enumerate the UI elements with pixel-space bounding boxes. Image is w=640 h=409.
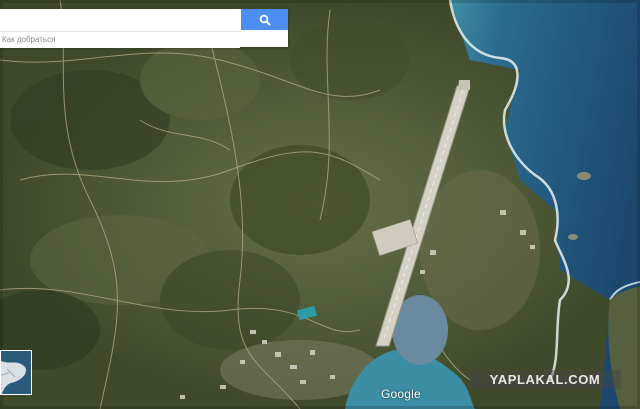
search-box: Как добраться (0, 9, 288, 48)
search-icon (259, 14, 271, 26)
satellite-map[interactable] (0, 0, 640, 409)
watermark: YAPLAKAL.COM (469, 370, 621, 389)
islet (577, 172, 591, 180)
map-thumbnail-image (1, 351, 31, 394)
map-view-thumbnail[interactable] (0, 350, 32, 395)
islet-2 (568, 234, 578, 240)
search-input[interactable] (0, 9, 240, 30)
directions-link[interactable]: Как добраться (2, 35, 55, 44)
search-button[interactable] (241, 9, 288, 30)
google-logo: Google (381, 387, 421, 401)
directions-row: Как добраться (0, 31, 240, 48)
